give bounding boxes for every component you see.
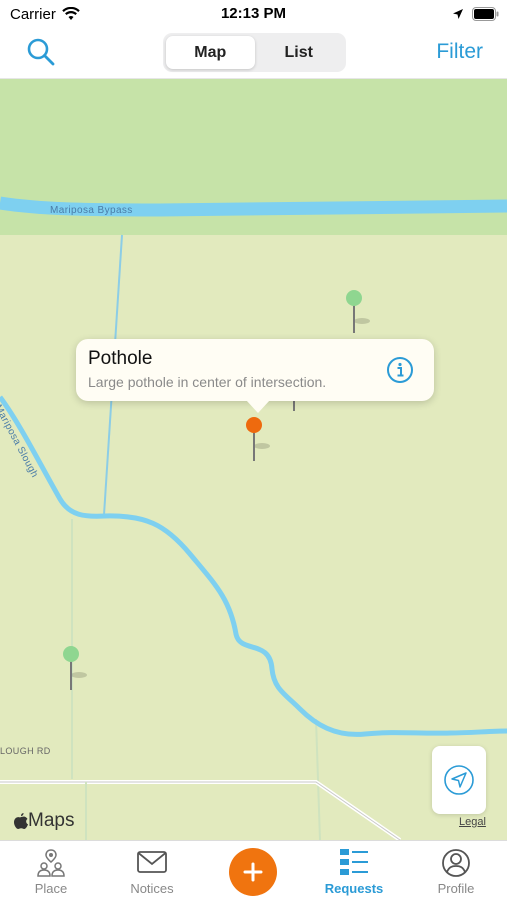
tab-requests[interactable]: Requests [314,848,394,896]
pin-callout[interactable]: Pothole Large pothole in center of inter… [76,339,434,401]
road-label-bypass: Mariposa Bypass [50,205,133,216]
map-view[interactable]: Mariposa Bypass Mariposa Slough LOUGH RD… [0,79,507,840]
clock: 12:13 PM [220,5,287,22]
nav-bar: Map List Filter [0,28,507,79]
plus-icon [243,862,263,882]
status-bar: Carrier 12:13 PM [0,0,507,28]
battery-icon [472,7,499,21]
road-label-lough-rd: LOUGH RD [0,746,51,756]
view-mode-segmented-control: Map List [163,33,346,72]
legal-link[interactable]: Legal [459,816,486,828]
maps-attribution-logo: Maps [14,810,74,832]
maps-logo-text: Maps [28,810,75,831]
callout-title: Pothole [88,348,153,369]
add-request-button[interactable] [229,848,277,896]
tab-bar: Place Notices Requests Profile [0,840,507,900]
map-pin-green[interactable] [340,289,370,339]
apple-logo-icon [14,812,28,829]
tab-label: Profile [437,881,475,896]
search-icon [27,38,55,66]
segment-list[interactable]: List [255,36,344,69]
callout-subtitle: Large pothole in center of intersection. [88,374,327,390]
profile-icon [442,849,470,877]
map-pin-green[interactable] [57,645,87,695]
tab-label: Notices [130,881,174,896]
place-icon [37,849,65,877]
tab-label: Place [34,881,68,896]
locate-me-button[interactable] [432,746,486,814]
tab-notices[interactable]: Notices [112,848,192,896]
filter-button[interactable]: Filter [436,40,483,64]
callout-tail [246,400,270,413]
location-arrow-icon [453,9,463,19]
tab-place[interactable]: Place [11,848,91,896]
tab-profile[interactable]: Profile [416,848,496,896]
location-arrow-icon [444,765,474,795]
segment-map[interactable]: Map [166,36,255,69]
list-icon [340,849,368,875]
tab-label: Requests [324,881,384,896]
info-icon[interactable] [386,356,414,384]
search-button[interactable] [26,37,56,67]
map-pin-selected[interactable] [240,416,270,466]
mail-icon [137,851,167,873]
